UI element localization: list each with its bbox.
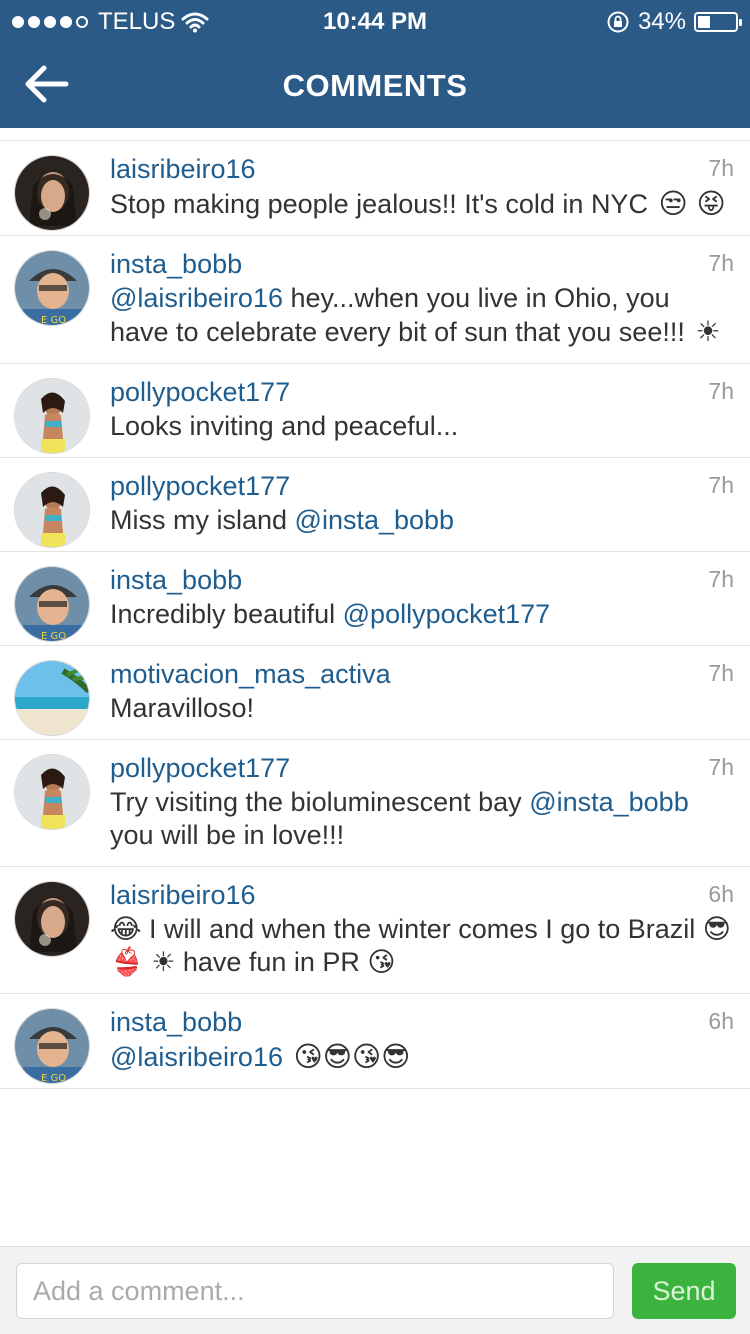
avatar[interactable]: E GO bbox=[14, 250, 90, 326]
comment-body: insta_bobb Incredibly beautiful @pollypoc… bbox=[110, 552, 734, 645]
comment-row[interactable]: E GO 6h insta_bobb @laisribeiro16 😘😎😘😎 bbox=[0, 994, 750, 1089]
svg-text:E GO: E GO bbox=[41, 1073, 66, 1084]
comment-body: pollypocket177 Looks inviting and peacefu… bbox=[110, 364, 734, 457]
comment-time: 7h bbox=[708, 378, 734, 404]
page-title: COMMENTS bbox=[282, 68, 468, 103]
comment-text-part: Looks inviting and peaceful... bbox=[110, 411, 459, 441]
comment-text: 😂 I will and when the winter comes I go … bbox=[110, 913, 734, 979]
comment-text: Miss my island @insta_bobb bbox=[110, 504, 734, 537]
avatar[interactable] bbox=[14, 660, 90, 736]
comment-time: 7h bbox=[708, 250, 734, 276]
svg-text:E GO: E GO bbox=[41, 631, 66, 642]
comment-username[interactable]: insta_bobb bbox=[110, 248, 734, 280]
status-bar: TELUS 10:44 PM 34% bbox=[0, 0, 750, 40]
comment-input[interactable] bbox=[16, 1263, 614, 1319]
battery-fill bbox=[698, 16, 710, 28]
comment-time: 6h bbox=[708, 881, 734, 907]
comment-time: 7h bbox=[708, 155, 734, 181]
comment-row[interactable]: 7h pollypocket177 Miss my island @insta_bo… bbox=[0, 458, 750, 552]
comment-body: insta_bobb @laisribeiro16 😘😎😘😎 bbox=[110, 994, 734, 1088]
avatar[interactable] bbox=[14, 155, 90, 231]
comment-time: 6h bbox=[708, 1008, 734, 1034]
comment-body: pollypocket177 Miss my island @insta_bobb bbox=[110, 458, 734, 551]
comment-text-part: Incredibly beautiful bbox=[110, 599, 343, 629]
compose-bar: Send bbox=[0, 1246, 750, 1334]
comment-text-part: 😂 I will and when the winter comes I go … bbox=[110, 914, 731, 977]
comment-body: laisribeiro16 😂 I will and when the winte… bbox=[110, 867, 734, 993]
comment-username[interactable]: laisribeiro16 bbox=[110, 153, 734, 185]
comment-text-part: Miss my island bbox=[110, 505, 295, 535]
comment-time: 7h bbox=[708, 472, 734, 498]
avatar[interactable] bbox=[14, 472, 90, 548]
comment-username[interactable]: laisribeiro16 bbox=[110, 879, 734, 911]
comment-row[interactable]: 7h pollypocket177 Try visiting the biolumi… bbox=[0, 740, 750, 867]
nav-bar: COMMENTS bbox=[0, 40, 750, 128]
comment-row[interactable]: 7h laisribeiro16 Stop making people jealou… bbox=[0, 141, 750, 236]
comment-username[interactable]: pollypocket177 bbox=[110, 376, 734, 408]
send-button[interactable]: Send bbox=[632, 1263, 736, 1319]
comment-row[interactable]: E GO 7h insta_bobb @laisribeiro16 hey...whe… bbox=[0, 236, 750, 364]
battery-percent: 34% bbox=[637, 8, 686, 35]
comment-row[interactable]: 6h laisribeiro16 😂 I will and when the win… bbox=[0, 867, 750, 994]
top-bar: TELUS 10:44 PM 34% COMMENTS bbox=[0, 0, 750, 128]
comment-row[interactable]: 7h motivacion_mas_activa Maravilloso! bbox=[0, 646, 750, 740]
avatar[interactable]: E GO bbox=[14, 1008, 90, 1084]
comment-text: Looks inviting and peaceful... bbox=[110, 410, 734, 443]
status-right: 34% bbox=[606, 8, 742, 36]
battery-icon bbox=[694, 12, 742, 32]
emoji-group: 😘😎😘😎 bbox=[293, 1040, 411, 1073]
comment-text: @laisribeiro16 😘😎😘😎 bbox=[110, 1040, 734, 1074]
comment-username[interactable]: pollypocket177 bbox=[110, 752, 734, 784]
comment-text: Stop making people jealous!! It's cold i… bbox=[110, 187, 734, 221]
comment-body: insta_bobb @laisribeiro16 hey...when you … bbox=[110, 236, 734, 363]
comment-body: pollypocket177 Try visiting the biolumine… bbox=[110, 740, 734, 866]
comment-username[interactable]: insta_bobb bbox=[110, 1006, 734, 1038]
comment-text: @laisribeiro16 hey...when you live in Oh… bbox=[110, 282, 734, 349]
comment-username[interactable]: pollypocket177 bbox=[110, 470, 734, 502]
mention-link[interactable]: @laisribeiro16 bbox=[110, 1042, 283, 1072]
comment-text-part: Stop making people jealous!! It's cold i… bbox=[110, 189, 656, 219]
comment-text: Maravilloso! bbox=[110, 692, 734, 725]
rotation-lock-icon bbox=[607, 11, 629, 33]
svg-text:E GO: E GO bbox=[41, 315, 66, 326]
comment-row[interactable]: E GO 7h insta_bobb Incredibly beautiful @po… bbox=[0, 552, 750, 646]
emoji-group: 😒 😝 bbox=[658, 187, 726, 220]
avatar[interactable]: E GO bbox=[14, 566, 90, 642]
emoji-group: ☀ bbox=[695, 315, 721, 348]
mention-link[interactable]: @pollypocket177 bbox=[343, 599, 551, 629]
avatar[interactable] bbox=[14, 378, 90, 454]
comment-text: Try visiting the bioluminescent bay @ins… bbox=[110, 786, 734, 852]
mention-link[interactable]: @insta_bobb bbox=[295, 505, 455, 535]
comment-text-part: you will be in love!!! bbox=[110, 820, 345, 850]
mention-link[interactable]: @insta_bobb bbox=[529, 787, 689, 817]
comment-time: 7h bbox=[708, 660, 734, 686]
comment-body: laisribeiro16 Stop making people jealous!… bbox=[110, 141, 734, 235]
comment-username[interactable]: motivacion_mas_activa bbox=[110, 658, 734, 690]
comment-list[interactable]: 7h laisribeiro16 Stop making people jealou… bbox=[0, 140, 750, 1246]
mention-link[interactable]: @laisribeiro16 bbox=[110, 283, 283, 313]
comment-time: 7h bbox=[708, 566, 734, 592]
comment-body: motivacion_mas_activa Maravilloso! bbox=[110, 646, 734, 739]
avatar[interactable] bbox=[14, 881, 90, 957]
avatar[interactable] bbox=[14, 754, 90, 830]
comment-row[interactable]: 7h pollypocket177 Looks inviting and peace… bbox=[0, 364, 750, 458]
comment-username[interactable]: insta_bobb bbox=[110, 564, 734, 596]
comment-time: 7h bbox=[708, 754, 734, 780]
comment-text: Incredibly beautiful @pollypocket177 bbox=[110, 598, 734, 631]
comments-screen: TELUS 10:44 PM 34% COMMENTS 7h laisribei… bbox=[0, 0, 750, 1334]
comment-text-part: Maravilloso! bbox=[110, 693, 255, 723]
comment-text-part bbox=[283, 1042, 291, 1072]
comment-text-part: Try visiting the bioluminescent bay bbox=[110, 787, 530, 817]
